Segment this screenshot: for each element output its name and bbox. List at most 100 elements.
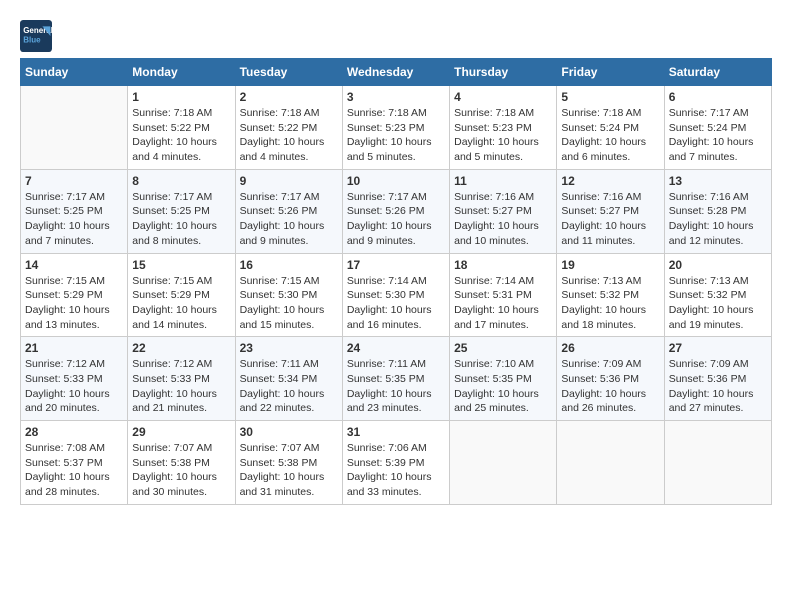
day-info: Sunrise: 7:07 AM Sunset: 5:38 PM Dayligh…	[240, 441, 338, 500]
calendar-cell: 2 Sunrise: 7:18 AM Sunset: 5:22 PM Daylig…	[235, 86, 342, 170]
day-info: Sunrise: 7:14 AM Sunset: 5:30 PM Dayligh…	[347, 274, 445, 333]
day-number: 20	[669, 258, 767, 272]
day-number: 13	[669, 174, 767, 188]
day-info: Sunrise: 7:17 AM Sunset: 5:24 PM Dayligh…	[669, 106, 767, 165]
calendar-table: SundayMondayTuesdayWednesdayThursdayFrid…	[20, 58, 772, 505]
calendar-week-row: 1 Sunrise: 7:18 AM Sunset: 5:22 PM Daylig…	[21, 86, 772, 170]
calendar-cell: 17 Sunrise: 7:14 AM Sunset: 5:30 PM Dayli…	[342, 253, 449, 337]
column-header-thursday: Thursday	[450, 59, 557, 86]
day-info: Sunrise: 7:10 AM Sunset: 5:35 PM Dayligh…	[454, 357, 552, 416]
day-number: 29	[132, 425, 230, 439]
day-number: 12	[561, 174, 659, 188]
day-info: Sunrise: 7:17 AM Sunset: 5:26 PM Dayligh…	[347, 190, 445, 249]
calendar-cell: 16Sunrise: 7:15 AM Sunset: 5:30 PM Dayli…	[235, 253, 342, 337]
calendar-cell: 22 Sunrise: 7:12 AM Sunset: 5:33 PM Dayli…	[128, 337, 235, 421]
day-number: 23	[240, 341, 338, 355]
calendar-week-row: 7Sunrise: 7:17 AM Sunset: 5:25 PM Daylig…	[21, 169, 772, 253]
day-info: Sunrise: 7:08 AM Sunset: 5:37 PM Dayligh…	[25, 441, 123, 500]
day-number: 18	[454, 258, 552, 272]
day-info: Sunrise: 7:17 AM Sunset: 5:26 PM Dayligh…	[240, 190, 338, 249]
calendar-cell	[557, 421, 664, 505]
day-info: Sunrise: 7:15 AM Sunset: 5:29 PM Dayligh…	[132, 274, 230, 333]
calendar-cell: 28 Sunrise: 7:08 AM Sunset: 5:37 PM Dayli…	[21, 421, 128, 505]
day-number: 26	[561, 341, 659, 355]
calendar-cell: 6Sunrise: 7:17 AM Sunset: 5:24 PM Daylig…	[664, 86, 771, 170]
calendar-cell: 8 Sunrise: 7:17 AM Sunset: 5:25 PM Daylig…	[128, 169, 235, 253]
calendar-cell	[664, 421, 771, 505]
logo-icon: General Blue	[20, 20, 52, 52]
day-number: 10	[347, 174, 445, 188]
day-number: 22	[132, 341, 230, 355]
column-header-saturday: Saturday	[664, 59, 771, 86]
day-info: Sunrise: 7:16 AM Sunset: 5:27 PM Dayligh…	[561, 190, 659, 249]
calendar-week-row: 21 Sunrise: 7:12 AM Sunset: 5:33 PM Dayli…	[21, 337, 772, 421]
calendar-cell: 25Sunrise: 7:10 AM Sunset: 5:35 PM Dayli…	[450, 337, 557, 421]
calendar-cell	[450, 421, 557, 505]
day-info: Sunrise: 7:06 AM Sunset: 5:39 PM Dayligh…	[347, 441, 445, 500]
day-number: 15	[132, 258, 230, 272]
day-number: 8	[132, 174, 230, 188]
day-number: 28	[25, 425, 123, 439]
day-number: 19	[561, 258, 659, 272]
day-info: Sunrise: 7:17 AM Sunset: 5:25 PM Dayligh…	[25, 190, 123, 249]
day-number: 24	[347, 341, 445, 355]
calendar-cell: 27 Sunrise: 7:09 AM Sunset: 5:36 PM Dayli…	[664, 337, 771, 421]
day-info: Sunrise: 7:09 AM Sunset: 5:36 PM Dayligh…	[561, 357, 659, 416]
calendar-cell: 26 Sunrise: 7:09 AM Sunset: 5:36 PM Dayli…	[557, 337, 664, 421]
day-info: Sunrise: 7:13 AM Sunset: 5:32 PM Dayligh…	[669, 274, 767, 333]
day-number: 1	[132, 90, 230, 104]
calendar-week-row: 28 Sunrise: 7:08 AM Sunset: 5:37 PM Dayli…	[21, 421, 772, 505]
day-number: 11	[454, 174, 552, 188]
day-info: Sunrise: 7:15 AM Sunset: 5:30 PM Dayligh…	[240, 274, 338, 333]
day-info: Sunrise: 7:14 AM Sunset: 5:31 PM Dayligh…	[454, 274, 552, 333]
day-info: Sunrise: 7:11 AM Sunset: 5:35 PM Dayligh…	[347, 357, 445, 416]
day-info: Sunrise: 7:18 AM Sunset: 5:22 PM Dayligh…	[240, 106, 338, 165]
calendar-cell: 21 Sunrise: 7:12 AM Sunset: 5:33 PM Dayli…	[21, 337, 128, 421]
logo: General Blue	[20, 20, 56, 52]
day-number: 17	[347, 258, 445, 272]
day-number: 9	[240, 174, 338, 188]
calendar-cell	[21, 86, 128, 170]
day-number: 31	[347, 425, 445, 439]
day-number: 21	[25, 341, 123, 355]
day-info: Sunrise: 7:17 AM Sunset: 5:25 PM Dayligh…	[132, 190, 230, 249]
day-info: Sunrise: 7:11 AM Sunset: 5:34 PM Dayligh…	[240, 357, 338, 416]
day-info: Sunrise: 7:13 AM Sunset: 5:32 PM Dayligh…	[561, 274, 659, 333]
day-number: 30	[240, 425, 338, 439]
day-info: Sunrise: 7:09 AM Sunset: 5:36 PM Dayligh…	[669, 357, 767, 416]
calendar-cell: 1 Sunrise: 7:18 AM Sunset: 5:22 PM Daylig…	[128, 86, 235, 170]
calendar-cell: 23 Sunrise: 7:11 AM Sunset: 5:34 PM Dayli…	[235, 337, 342, 421]
calendar-cell: 7Sunrise: 7:17 AM Sunset: 5:25 PM Daylig…	[21, 169, 128, 253]
calendar-week-row: 14Sunrise: 7:15 AM Sunset: 5:29 PM Dayli…	[21, 253, 772, 337]
column-header-wednesday: Wednesday	[342, 59, 449, 86]
day-info: Sunrise: 7:18 AM Sunset: 5:23 PM Dayligh…	[454, 106, 552, 165]
day-number: 3	[347, 90, 445, 104]
day-info: Sunrise: 7:12 AM Sunset: 5:33 PM Dayligh…	[132, 357, 230, 416]
calendar-cell: 24 Sunrise: 7:11 AM Sunset: 5:35 PM Dayli…	[342, 337, 449, 421]
calendar-cell: 29 Sunrise: 7:07 AM Sunset: 5:38 PM Dayli…	[128, 421, 235, 505]
calendar-cell: 14Sunrise: 7:15 AM Sunset: 5:29 PM Dayli…	[21, 253, 128, 337]
page-header: General Blue	[20, 20, 772, 52]
column-header-sunday: Sunday	[21, 59, 128, 86]
svg-text:Blue: Blue	[23, 35, 41, 44]
day-number: 27	[669, 341, 767, 355]
calendar-cell: 4Sunrise: 7:18 AM Sunset: 5:23 PM Daylig…	[450, 86, 557, 170]
day-info: Sunrise: 7:18 AM Sunset: 5:23 PM Dayligh…	[347, 106, 445, 165]
calendar-cell: 18 Sunrise: 7:14 AM Sunset: 5:31 PM Dayli…	[450, 253, 557, 337]
calendar-cell: 5Sunrise: 7:18 AM Sunset: 5:24 PM Daylig…	[557, 86, 664, 170]
column-header-tuesday: Tuesday	[235, 59, 342, 86]
day-info: Sunrise: 7:12 AM Sunset: 5:33 PM Dayligh…	[25, 357, 123, 416]
day-info: Sunrise: 7:18 AM Sunset: 5:22 PM Dayligh…	[132, 106, 230, 165]
calendar-cell: 19 Sunrise: 7:13 AM Sunset: 5:32 PM Dayli…	[557, 253, 664, 337]
day-info: Sunrise: 7:07 AM Sunset: 5:38 PM Dayligh…	[132, 441, 230, 500]
calendar-cell: 20 Sunrise: 7:13 AM Sunset: 5:32 PM Dayli…	[664, 253, 771, 337]
calendar-cell: 9 Sunrise: 7:17 AM Sunset: 5:26 PM Daylig…	[235, 169, 342, 253]
day-number: 5	[561, 90, 659, 104]
calendar-cell: 30 Sunrise: 7:07 AM Sunset: 5:38 PM Dayli…	[235, 421, 342, 505]
calendar-cell: 13Sunrise: 7:16 AM Sunset: 5:28 PM Dayli…	[664, 169, 771, 253]
day-number: 2	[240, 90, 338, 104]
calendar-cell: 31 Sunrise: 7:06 AM Sunset: 5:39 PM Dayli…	[342, 421, 449, 505]
calendar-cell: 10 Sunrise: 7:17 AM Sunset: 5:26 PM Dayli…	[342, 169, 449, 253]
column-header-monday: Monday	[128, 59, 235, 86]
calendar-cell: 15 Sunrise: 7:15 AM Sunset: 5:29 PM Dayli…	[128, 253, 235, 337]
